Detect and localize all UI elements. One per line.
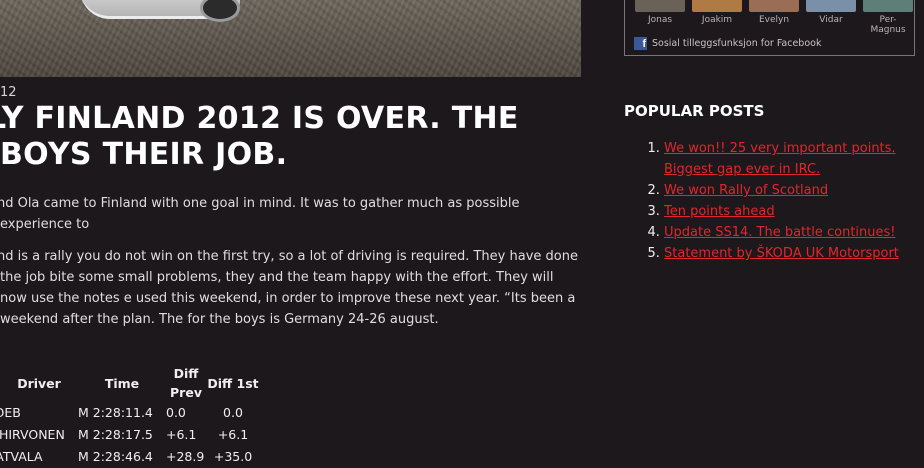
header-diff-first: Diff 1st: [207, 375, 259, 391]
friend-name: Vidar: [819, 15, 843, 25]
diff-first-cell: +35.0: [213, 449, 253, 464]
post-title[interactable]: LY FINLAND 2012 IS OVER. THE BOYS THEIR …: [0, 101, 580, 173]
diff-prev-cell: 0.0: [166, 405, 186, 420]
table-row: LATVALA M 2:28:46.4 +28.9 +35.0: [0, 446, 260, 468]
gravel-road-texture: [0, 0, 581, 77]
popular-post-link[interactable]: Statement by ŠKODA UK Motorsport: [664, 246, 899, 261]
list-item: We won!! 25 very important points. Bigge…: [664, 138, 914, 180]
header-diff-prev: Diff Prev: [170, 366, 202, 400]
popular-post-link[interactable]: We won Rally of Scotland: [664, 183, 828, 198]
table-row: L HIRVONEN M 2:28:17.5 +6.1 +6.1: [0, 424, 260, 446]
time-cell: M 2:28:46.4: [78, 449, 153, 464]
driver-cell: L HIRVONEN: [0, 427, 65, 442]
facebook-icon: f: [634, 37, 647, 50]
list-item: Ten points ahead: [664, 201, 914, 222]
facebook-friend[interactable]: Vidar: [806, 0, 856, 35]
diff-first-cell: +6.1: [217, 427, 249, 442]
post-date: 12: [0, 85, 17, 100]
post-paragraph: and is a rally you do not win on the fir…: [0, 249, 578, 327]
facebook-friend[interactable]: Evelyn: [749, 0, 799, 35]
list-item: Update SS14. The battle continues!: [664, 222, 914, 243]
results-header-row: Driver Time Diff Prev Diff 1st: [0, 364, 260, 402]
header-driver: Driver: [17, 375, 61, 391]
diff-prev-cell: +28.9: [166, 449, 205, 464]
popular-post-link[interactable]: Update SS14. The battle continues!: [664, 225, 896, 240]
friend-avatar: [692, 0, 742, 12]
facebook-friend[interactable]: Per-Magnus: [863, 0, 913, 35]
facebook-fan-box: Jonas Joakim Evelyn Vidar Per-Magnus f S…: [624, 0, 915, 56]
diff-first-cell: 0.0: [223, 405, 243, 420]
facebook-friend[interactable]: Jonas: [635, 0, 685, 35]
friend-name: Per-Magnus: [870, 15, 906, 35]
friend-name: Jonas: [647, 15, 673, 25]
friend-avatar: [863, 0, 913, 12]
time-cell: M 2:28:11.4: [78, 405, 153, 420]
post-header-image: [0, 0, 581, 77]
list-item: Statement by ŠKODA UK Motorsport: [664, 243, 914, 264]
facebook-friends-list: Jonas Joakim Evelyn Vidar Per-Magnus: [635, 0, 913, 35]
table-row: LOEB M 2:28:11.4 0.0 0.0: [0, 402, 260, 424]
friend-name: Joakim: [701, 15, 733, 25]
driver-cell: LATVALA: [0, 449, 43, 464]
facebook-friend[interactable]: Joakim: [692, 0, 742, 35]
post-paragraph: and Ola came to Finland with one goal in…: [0, 196, 520, 232]
friend-avatar: [806, 0, 856, 12]
driver-cell: LOEB: [0, 405, 21, 420]
friend-name: Evelyn: [758, 15, 790, 25]
friend-avatar: [635, 0, 685, 12]
time-cell: M 2:28:17.5: [78, 427, 153, 442]
header-time: Time: [104, 375, 140, 391]
friend-avatar: [749, 0, 799, 12]
popular-post-link[interactable]: Ten points ahead: [664, 204, 775, 219]
facebook-plugin-label: Sosial tilleggsfunksjon for Facebook: [652, 38, 822, 49]
results-table: Driver Time Diff Prev Diff 1st LOEB M 2:…: [0, 364, 260, 468]
popular-post-link[interactable]: We won!! 25 very important points. Bigge…: [664, 141, 896, 177]
list-item: We won Rally of Scotland: [664, 180, 914, 201]
diff-prev-cell: +6.1: [166, 427, 197, 442]
facebook-plugin-link[interactable]: f Sosial tilleggsfunksjon for Facebook: [634, 37, 821, 50]
popular-posts-title: POPULAR POSTS: [624, 102, 765, 120]
popular-posts-list: We won!! 25 very important points. Bigge…: [624, 138, 914, 264]
